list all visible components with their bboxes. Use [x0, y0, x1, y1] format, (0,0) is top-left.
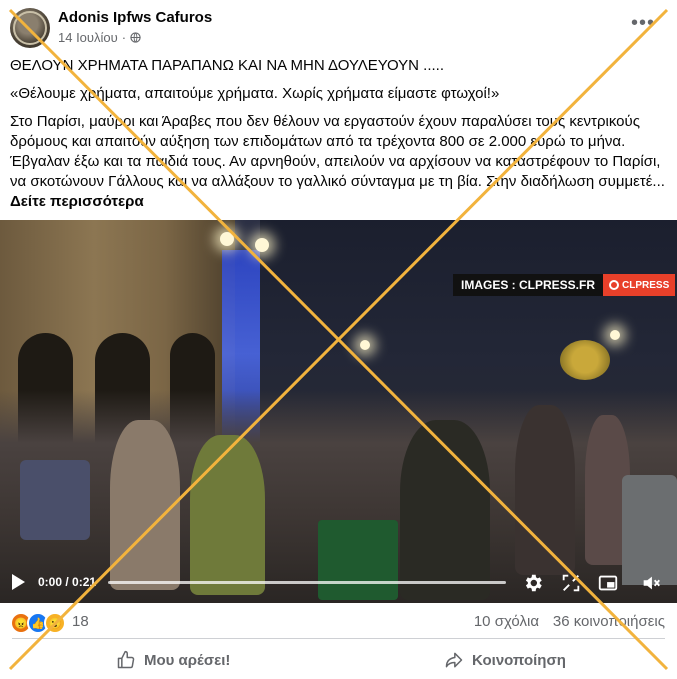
avatar[interactable] [10, 8, 50, 48]
reaction-count[interactable]: 18 [72, 613, 89, 630]
like-button-label: Μου αρέσει! [144, 651, 231, 669]
wow-reaction-icon: 😮 [44, 612, 66, 634]
mute-icon[interactable] [640, 572, 662, 594]
see-more-link[interactable]: Δείτε περισσότερα [10, 193, 144, 210]
watermark-brand-text: CLPRESS [622, 279, 670, 291]
like-button[interactable]: Μου αρέσει! [116, 650, 230, 670]
more-options-icon[interactable]: ••• [631, 13, 655, 33]
settings-gear-icon[interactable] [522, 572, 544, 594]
watermark-brand: CLPRESS [603, 274, 676, 296]
post-body: Στο Παρίσι, μαύροι και Άραβες που δεν θέ… [10, 112, 665, 212]
video-player[interactable]: IMAGES : CLPRESS.FR CLPRESS 0:00 / 0:21 [0, 220, 677, 603]
share-button-label: Κοινοποίηση [472, 651, 566, 669]
post-quote: «Θέλουμε χρήματα, απαιτούμε χρήματα. Χωρ… [10, 85, 500, 102]
video-controls: 0:00 / 0:21 [0, 563, 677, 603]
video-time: 0:00 / 0:21 [38, 575, 97, 589]
share-arrow-icon [445, 652, 463, 668]
clpress-logo-icon [609, 280, 620, 290]
reaction-icons[interactable]: 😠 👍 😮 [10, 612, 66, 634]
globe-icon [130, 32, 141, 43]
author-name[interactable]: Adonis Ipfws Cafuros [58, 9, 212, 26]
separator-dot: · [121, 30, 127, 45]
share-count[interactable]: 36 κοινοποιήσεις [553, 613, 665, 630]
play-icon[interactable] [12, 574, 25, 590]
video-watermark: IMAGES : CLPRESS.FR CLPRESS [453, 274, 676, 296]
watermark-source: IMAGES : CLPRESS.FR [453, 274, 604, 296]
post-stats: 😠 👍 😮 18 10 σχόλια 36 κοινοποιήσεις [0, 603, 677, 639]
divider [12, 638, 665, 639]
post-date[interactable]: 14 Ιουλίου [58, 30, 118, 45]
post-actions: Μου αρέσει! Κοινοποίηση [0, 640, 677, 679]
picture-in-picture-icon[interactable] [597, 572, 619, 594]
post-body-text: Στο Παρίσι, μαύροι και Άραβες που δεν θέ… [10, 113, 665, 190]
comment-count[interactable]: 10 σχόλια [474, 613, 539, 630]
post-headline: ΘΕΛΟΥΝ ΧΡΗΜΑΤΑ ΠΑΡΑΠΑΝΩ ΚΑΙ ΝΑ ΜΗΝ ΔΟΥΛΕ… [10, 57, 444, 74]
video-progress-track[interactable] [108, 581, 506, 584]
thumbs-up-icon [117, 650, 135, 669]
post-meta: 14 Ιουλίου · [58, 30, 141, 45]
fullscreen-icon[interactable] [560, 572, 582, 594]
share-button[interactable]: Κοινοποίηση [444, 650, 566, 670]
post-header: Adonis Ipfws Cafuros 14 Ιουλίου · ••• [0, 0, 677, 55]
